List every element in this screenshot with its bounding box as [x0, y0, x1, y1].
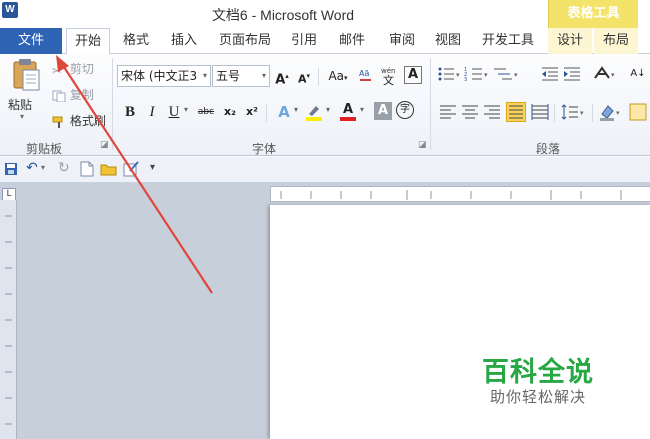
- annotation-arrow: [56, 55, 213, 294]
